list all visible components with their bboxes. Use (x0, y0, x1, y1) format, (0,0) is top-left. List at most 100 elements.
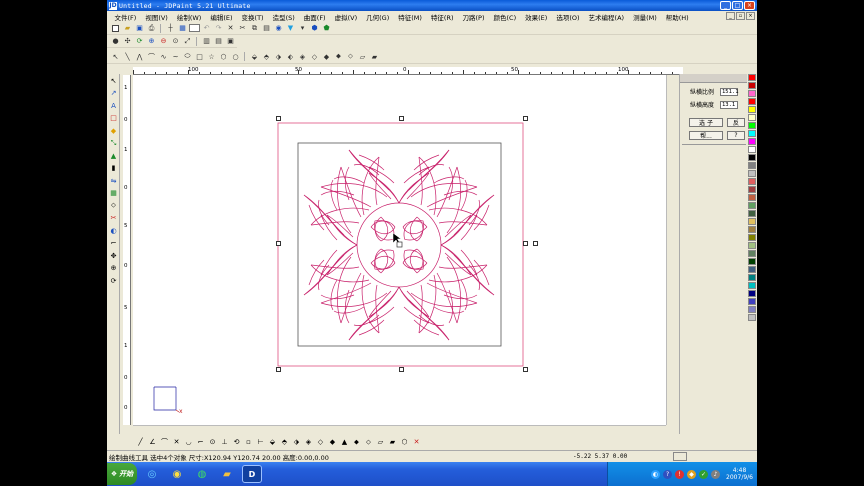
minimize-button[interactable]: _ (720, 1, 731, 10)
snap-rotate-icon[interactable]: ⟲ (231, 437, 242, 447)
rotate-view-icon[interactable]: ⟳ (134, 36, 145, 46)
color-swatch-28[interactable] (748, 298, 756, 305)
start-button[interactable]: ❖ 开始 (107, 463, 137, 485)
handle-bottom-left[interactable] (276, 367, 281, 372)
mirror-tool-icon[interactable]: ⇋ (108, 175, 119, 187)
menu-item-6[interactable]: 曲面(F) (299, 12, 330, 22)
menu-item-4[interactable]: 变换(T) (237, 12, 268, 22)
handle-bottom-mid[interactable] (399, 367, 404, 372)
menu-item-9[interactable]: 特征(M) (394, 12, 427, 22)
snap-node-3-icon[interactable]: ⬗ (291, 437, 302, 447)
text-tool-icon[interactable]: A (108, 100, 119, 112)
polyline-icon[interactable]: ⋀ (134, 52, 145, 62)
doc-minimize-button[interactable]: _ (726, 12, 735, 20)
pan-icon[interactable]: ✣ (122, 36, 133, 46)
snap-node-6-icon[interactable]: ◆ (327, 437, 338, 447)
grid-icon[interactable]: ▦ (177, 23, 188, 33)
snap-node-2-icon[interactable]: ⬘ (279, 437, 290, 447)
snap-corner-icon[interactable]: ⌐ (195, 437, 206, 447)
color-swatch-16[interactable] (748, 202, 756, 209)
maximize-button[interactable]: □ (732, 1, 743, 10)
array-tool-icon[interactable]: ▦ (108, 188, 119, 200)
menu-item-3[interactable]: 编辑(E) (206, 12, 237, 22)
snap-node-1-icon[interactable]: ⬙ (267, 437, 278, 447)
doc-restore-button[interactable]: ▫ (736, 12, 745, 20)
paste-icon[interactable]: ▤ (261, 23, 272, 33)
layers-icon[interactable]: ▥ (201, 36, 212, 46)
select-button[interactable]: 选 子 (689, 118, 723, 127)
menu-item-14[interactable]: 选项(O) (552, 12, 584, 22)
menu-item-17[interactable]: 帮助(H) (661, 12, 693, 22)
zoom-in-icon[interactable]: ⊕ (146, 36, 157, 46)
color-swatch-5[interactable] (748, 114, 756, 121)
snap-cancel-icon[interactable]: ✕ (411, 437, 422, 447)
handle-bottom-right[interactable] (523, 367, 528, 372)
menu-item-10[interactable]: 特征(R) (426, 12, 458, 22)
reverse-button[interactable]: 反 (727, 118, 745, 127)
color-swatch-7[interactable] (748, 130, 756, 137)
drawing-canvas[interactable]: x (133, 75, 666, 425)
color-swatch-4[interactable] (748, 106, 756, 113)
system-clock[interactable]: 4:48 2007/9/6 (726, 467, 753, 481)
node-icon-5[interactable]: ◈ (297, 52, 308, 62)
color-swatch-11[interactable] (748, 162, 756, 169)
doc-close-button[interactable]: × (746, 12, 755, 20)
zoom-all-icon[interactable]: ⊙ (170, 36, 181, 46)
menu-item-1[interactable]: 视图(V) (141, 12, 173, 22)
snap-node-12-icon[interactable]: ⬡ (399, 437, 410, 447)
handle-top-mid[interactable] (399, 116, 404, 121)
node-icon-7[interactable]: ◆ (321, 52, 332, 62)
color-swatch-3[interactable] (748, 98, 756, 105)
node-icon-3[interactable]: ⬗ (273, 52, 284, 62)
color-swatch-25[interactable] (748, 274, 756, 281)
snap-cross-icon[interactable]: ✕ (171, 437, 182, 447)
save-icon[interactable]: ▣ (134, 23, 145, 33)
fillet-tool-icon[interactable]: ⌐ (108, 238, 119, 250)
menu-item-12[interactable]: 颜色(C) (489, 12, 521, 22)
color-swatch-30[interactable] (748, 314, 756, 321)
color-swatch-10[interactable] (748, 154, 756, 161)
color-swatch-15[interactable] (748, 194, 756, 201)
vertical-scrollbar[interactable] (666, 75, 675, 425)
copy-icon[interactable]: ⧉ (249, 23, 260, 33)
snap-node-9-icon[interactable]: ⬦ (363, 437, 374, 447)
snap-square-icon[interactable]: ▫ (243, 437, 254, 447)
snap-angle-icon[interactable]: ∠ (147, 437, 158, 447)
boolean-tool-icon[interactable]: ◐ (108, 225, 119, 237)
node-icon-11[interactable]: ▰ (369, 52, 380, 62)
rotate-tool-icon[interactable]: ⟳ (108, 275, 119, 287)
snap-line-icon[interactable]: ╱ (135, 437, 146, 447)
horizontal-scrollbar[interactable] (133, 425, 666, 433)
color-swatch-18[interactable] (748, 218, 756, 225)
menu-item-15[interactable]: 艺术编程(A) (584, 12, 629, 22)
crosshair-icon[interactable]: ┼ (165, 23, 176, 33)
color-swatch-24[interactable] (748, 266, 756, 273)
folder-icon[interactable]: ▰ (217, 465, 237, 483)
node-icon-2[interactable]: ⬘ (261, 52, 272, 62)
select-tool-icon[interactable]: ↖ (108, 75, 119, 87)
shield-tray-icon[interactable]: ◆ (687, 469, 697, 479)
node-icon-10[interactable]: ▱ (357, 52, 368, 62)
offset-tool-icon[interactable]: ⬦ (108, 200, 119, 212)
ratio-field[interactable]: 151.1 (720, 87, 739, 96)
print-icon[interactable]: ⎙ (146, 23, 157, 33)
ie-browser-icon[interactable]: ◎ (142, 465, 162, 483)
color-swatch-6[interactable] (748, 122, 756, 129)
color-swatch-27[interactable] (748, 290, 756, 297)
color-swatch-2[interactable] (748, 90, 756, 97)
rectangle-icon[interactable]: □ (194, 52, 205, 62)
color-swatch-12[interactable] (748, 170, 756, 177)
alert-tray-icon[interactable]: ! (675, 469, 685, 479)
paint-icon[interactable]: ▼ (285, 23, 296, 33)
zoom-icon[interactable]: ◉ (273, 23, 284, 33)
handle-top-left[interactable] (276, 116, 281, 121)
color-swatch-20[interactable] (748, 234, 756, 241)
snap-end-icon[interactable]: ⊢ (255, 437, 266, 447)
menu-item-5[interactable]: 造型(S) (268, 12, 299, 22)
node-icon-8[interactable]: ⬥ (333, 52, 344, 62)
color-swatch-9[interactable] (748, 146, 756, 153)
color-swatch-0[interactable] (748, 74, 756, 81)
color-swatch-13[interactable] (748, 178, 756, 185)
snap-node-10-icon[interactable]: ▱ (375, 437, 386, 447)
node-icon-9[interactable]: ⬦ (345, 52, 356, 62)
